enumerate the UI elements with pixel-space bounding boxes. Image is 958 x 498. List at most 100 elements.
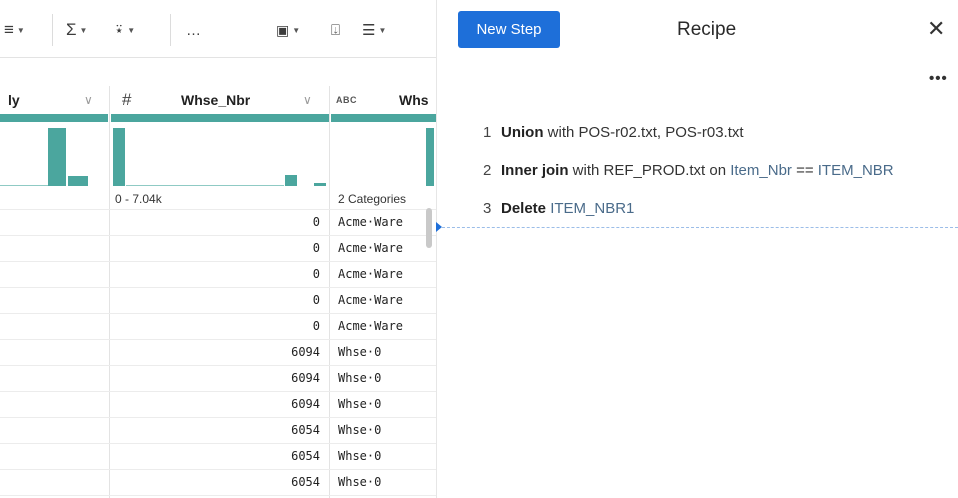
sliders-icon: ☰ [362, 22, 376, 39]
cell-whse[interactable]: Whse·0 [338, 397, 381, 411]
step-column-ref: ITEM_NBR [817, 162, 894, 179]
row-divider [0, 365, 436, 366]
lookup-icon: ⍗ [331, 21, 341, 39]
step-column-ref: ITEM_NBR1 [550, 200, 635, 217]
more-options-icon[interactable]: ••• [929, 70, 948, 87]
column-name: Whs [399, 92, 429, 108]
cell-whse-nbr[interactable]: 6094 [110, 397, 320, 411]
select-columns-button[interactable]: ▣ ▼ [276, 18, 300, 42]
cell-whse[interactable]: Whse·0 [338, 371, 381, 385]
histogram-baseline [0, 185, 48, 186]
row-divider [0, 443, 436, 444]
cell-whse[interactable]: Acme·Ware [338, 215, 403, 229]
step-keyword: Inner join [501, 162, 569, 179]
cell-whse-nbr[interactable]: 6054 [110, 475, 320, 489]
row-divider [0, 469, 436, 470]
new-step-button[interactable]: New Step [458, 11, 560, 48]
data-quality-bar[interactable] [0, 114, 108, 122]
row-divider [0, 261, 436, 262]
column-name: ly [8, 92, 20, 108]
row-divider [0, 495, 436, 496]
chevron-down-icon: ▼ [79, 25, 88, 35]
cell-whse[interactable]: Acme·Ware [338, 319, 403, 333]
column-header-whse-nbr[interactable]: # Whse_Nbr ∨ [110, 86, 329, 114]
cell-whse[interactable]: Whse·0 [338, 475, 381, 489]
row-divider [0, 313, 436, 314]
chevron-down-icon: ▼ [16, 25, 25, 35]
data-quality-bar[interactable] [331, 114, 436, 122]
histogram-baseline [126, 185, 284, 186]
row-divider [0, 235, 436, 236]
select-columns-icon: ▣ [276, 21, 290, 38]
cell-whse[interactable]: Whse·0 [338, 423, 381, 437]
row-divider [0, 209, 436, 210]
step-number: 1 [483, 124, 492, 141]
number-type-icon: # [122, 90, 132, 109]
histogram-bar[interactable] [426, 128, 434, 186]
cell-whse[interactable]: Whse·0 [338, 449, 381, 463]
row-divider [0, 417, 436, 418]
histogram-bar[interactable] [113, 128, 125, 186]
data-grid: ≡ ▼ Σ ▼ ⍣ ▼ … ▣ ▼ ⍗ ☰ ▼ ly ∨ # Whse_Nbr ∨ ABC [0, 0, 436, 498]
chevron-down-icon[interactable]: ∨ [84, 93, 93, 107]
step-text: with POS-r02.txt, POS-r03.txt [543, 124, 744, 141]
cell-whse-nbr[interactable]: 6094 [110, 371, 320, 385]
chevron-down-icon: ▼ [378, 25, 387, 35]
step-number: 2 [483, 162, 492, 179]
histogram-bar[interactable] [68, 176, 88, 186]
string-type-icon: ABC [336, 95, 357, 105]
hierarchy-icon: ⍣ [114, 20, 125, 39]
cell-whse[interactable]: Acme·Ware [338, 241, 403, 255]
row-divider [0, 339, 436, 340]
histogram-bar[interactable] [314, 183, 326, 186]
histogram-bar[interactable] [285, 175, 297, 186]
panel-title: Recipe [677, 19, 737, 40]
data-quality-bar[interactable] [111, 114, 329, 122]
aggregate-menu-button[interactable]: Σ ▼ [66, 18, 87, 42]
grid-toolbar: ≡ ▼ Σ ▼ ⍣ ▼ … ▣ ▼ ⍗ ☰ ▼ [0, 0, 436, 58]
cell-whse-nbr[interactable]: 0 [110, 267, 320, 281]
sort-icon: ≡ [4, 20, 14, 39]
more-tools-button[interactable]: … [186, 18, 201, 42]
cell-whse-nbr[interactable]: 6094 [110, 345, 320, 359]
lookup-button[interactable]: ⍗ [331, 18, 340, 42]
hierarchy-menu-button[interactable]: ⍣ ▼ [114, 18, 135, 42]
recipe-step[interactable]: 2 Inner join with REF_PROD.txt on Item_Nb… [483, 162, 894, 179]
step-keyword: Delete [501, 200, 547, 217]
recipe-step[interactable]: 1 Union with POS-r02.txt, POS-r03.txt [483, 124, 744, 141]
close-icon[interactable]: ✕ [927, 17, 945, 41]
step-number: 3 [483, 200, 492, 217]
recipe-step[interactable]: 3 Delete ITEM_NBR1 [483, 200, 634, 217]
chevron-down-icon: ▼ [127, 25, 136, 35]
column-divider [329, 86, 330, 498]
cell-whse-nbr[interactable]: 0 [110, 293, 320, 307]
histogram-bar[interactable] [48, 128, 66, 186]
chevron-down-icon: ▼ [292, 25, 301, 35]
toolbar-divider [170, 14, 171, 46]
row-divider [0, 287, 436, 288]
cell-whse-nbr[interactable]: 0 [110, 241, 320, 255]
step-column-ref: Item_Nbr [730, 162, 792, 179]
cell-whse[interactable]: Acme·Ware [338, 293, 403, 307]
column-name: Whse_Nbr [181, 92, 251, 108]
sort-menu-button[interactable]: ≡ ▼ [4, 18, 25, 42]
step-operator: == [791, 162, 818, 179]
cell-whse-nbr[interactable]: 0 [110, 319, 320, 333]
recipe-panel: New Step Recipe ✕ ••• 1 Union with POS-r0… [436, 0, 958, 498]
cell-whse-nbr[interactable]: 0 [110, 215, 320, 229]
cell-whse-nbr[interactable]: 6054 [110, 449, 320, 463]
chevron-down-icon[interactable]: ∨ [303, 93, 312, 107]
cell-whse-nbr[interactable]: 6054 [110, 423, 320, 437]
cell-whse[interactable]: Whse·0 [338, 345, 381, 359]
step-text: with REF_PROD.txt on [568, 162, 731, 179]
toolbar-divider [52, 14, 53, 46]
vertical-scrollbar[interactable] [426, 208, 432, 248]
insert-position-line [442, 227, 958, 228]
step-keyword: Union [501, 124, 544, 141]
sigma-icon: Σ [66, 20, 77, 39]
row-divider [0, 391, 436, 392]
column-header-whse[interactable]: ABC Whs [330, 86, 436, 114]
column-header-ly[interactable]: ly ∨ [8, 86, 106, 114]
filter-rules-button[interactable]: ☰ ▼ [362, 18, 386, 42]
cell-whse[interactable]: Acme·Ware [338, 267, 403, 281]
